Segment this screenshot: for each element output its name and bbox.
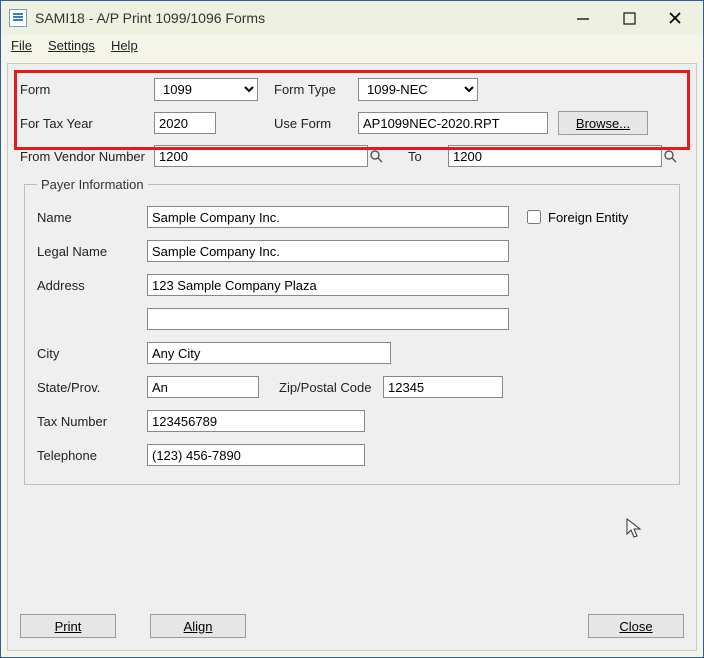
zip-input[interactable]: [383, 376, 503, 398]
tax-year-label: For Tax Year: [20, 116, 154, 131]
tax-number-label: Tax Number: [37, 414, 147, 429]
browse-button[interactable]: Browse...: [558, 111, 648, 135]
foreign-entity-checkbox[interactable]: Foreign Entity: [523, 207, 628, 227]
menu-file[interactable]: File: [11, 38, 32, 53]
row-name: Name Foreign Entity: [37, 206, 667, 228]
window-buttons: [569, 8, 689, 28]
foreign-entity-label: Foreign Entity: [548, 210, 628, 225]
search-icon-to[interactable]: [662, 148, 678, 164]
close-window-button[interactable]: [661, 8, 689, 28]
row-form: Form 1099 Form Type 1099-NEC: [20, 78, 684, 101]
print-button[interactable]: Print: [20, 614, 116, 638]
from-vendor-label: From Vendor Number: [20, 149, 154, 164]
row-tax-year: For Tax Year Use Form Browse...: [20, 111, 684, 135]
form-type-label: Form Type: [274, 82, 358, 97]
client-area: Form 1099 Form Type 1099-NEC For Tax Yea…: [7, 63, 697, 651]
row-address1: Address: [37, 274, 667, 296]
button-strip: Print Align Close: [8, 604, 696, 650]
state-label: State/Prov.: [37, 380, 147, 395]
maximize-button[interactable]: [615, 8, 643, 28]
menu-settings[interactable]: Settings: [48, 38, 95, 53]
form-select[interactable]: 1099: [154, 78, 258, 101]
city-label: City: [37, 346, 147, 361]
form-label: Form: [20, 82, 154, 97]
row-vendor: From Vendor Number To: [20, 145, 684, 167]
legal-name-label: Legal Name: [37, 244, 147, 259]
to-label: To: [408, 149, 448, 164]
use-form-input[interactable]: [358, 112, 548, 134]
titlebar: SAMI18 - A/P Print 1099/1096 Forms: [1, 1, 703, 35]
tax-year-input[interactable]: [154, 112, 216, 134]
app-icon: [9, 9, 27, 27]
address1-input[interactable]: [147, 274, 509, 296]
row-legal: Legal Name: [37, 240, 667, 262]
row-telephone: Telephone: [37, 444, 667, 466]
search-icon-from[interactable]: [368, 148, 384, 164]
to-vendor-input[interactable]: [448, 145, 662, 167]
name-label: Name: [37, 210, 147, 225]
city-input[interactable]: [147, 342, 391, 364]
align-button[interactable]: Align: [150, 614, 246, 638]
from-vendor-input[interactable]: [154, 145, 368, 167]
payer-fieldset: Payer Information Name Foreign Entity Le…: [24, 177, 680, 485]
close-button[interactable]: Close: [588, 614, 684, 638]
row-tax-number: Tax Number: [37, 410, 667, 432]
address-label: Address: [37, 278, 147, 293]
menubar: File Settings Help: [1, 35, 703, 59]
address2-input[interactable]: [147, 308, 509, 330]
telephone-label: Telephone: [37, 448, 147, 463]
foreign-entity-input[interactable]: [527, 210, 541, 224]
row-state-zip: State/Prov. Zip/Postal Code: [37, 376, 667, 398]
telephone-input[interactable]: [147, 444, 365, 466]
minimize-button[interactable]: [569, 8, 597, 28]
app-window: SAMI18 - A/P Print 1099/1096 Forms File …: [0, 0, 704, 658]
use-form-label: Use Form: [274, 116, 358, 131]
row-city: City: [37, 342, 667, 364]
form-type-select[interactable]: 1099-NEC: [358, 78, 478, 101]
window-title: SAMI18 - A/P Print 1099/1096 Forms: [35, 10, 569, 26]
state-input[interactable]: [147, 376, 259, 398]
menu-help[interactable]: Help: [111, 38, 138, 53]
zip-label: Zip/Postal Code: [279, 380, 383, 395]
top-form-area: Form 1099 Form Type 1099-NEC For Tax Yea…: [8, 64, 696, 493]
tax-number-input[interactable]: [147, 410, 365, 432]
name-input[interactable]: [147, 206, 509, 228]
legal-name-input[interactable]: [147, 240, 509, 262]
mouse-cursor-icon: [626, 518, 644, 540]
payer-legend: Payer Information: [37, 177, 148, 192]
row-address2: [37, 308, 667, 330]
